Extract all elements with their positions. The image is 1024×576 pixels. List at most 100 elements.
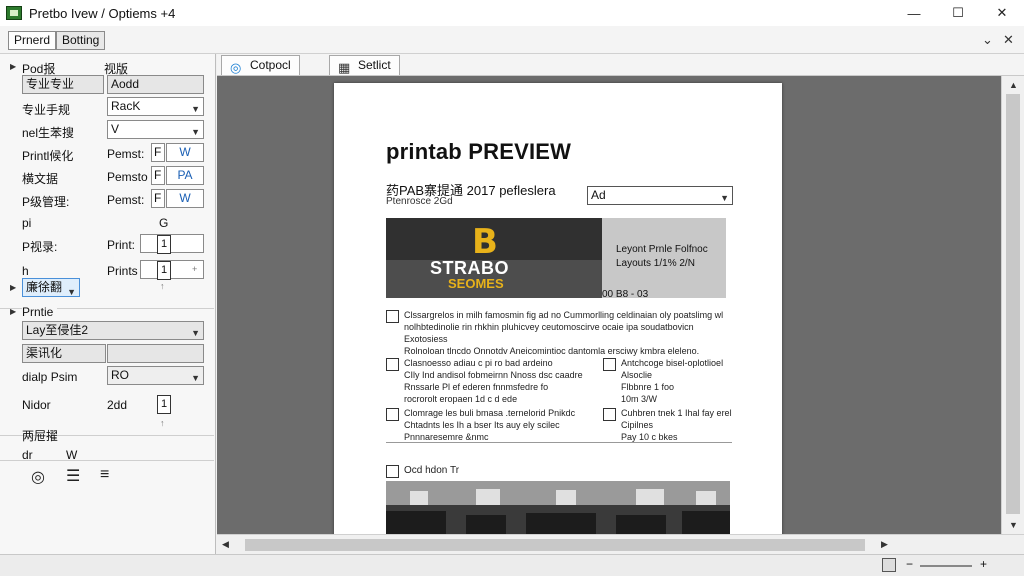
nidor-stepper[interactable]: 1: [157, 395, 171, 414]
print-count-field[interactable]: [140, 234, 204, 253]
list-item-text: Antchcoge bisel-oplotlioel Alsoclie Flbb…: [621, 358, 724, 404]
app-icon: [6, 6, 22, 20]
banner-side-text: Layouts 1/1% 2/N: [616, 258, 695, 269]
banner-side-text: Leyont Prnle Folfnoc: [616, 244, 708, 255]
vertical-scroll-thumb[interactable]: [1006, 94, 1020, 514]
title-bar: Pretbo Ivew / Optiems +4 — ☐ ✕: [0, 0, 1024, 26]
list-item-text: Clasnoesso adiau c pi ro bad ardeino CIl…: [404, 358, 583, 404]
document-select[interactable]: Ad ▼: [587, 186, 733, 205]
office-photo: [386, 481, 730, 534]
setting-label: dialp Psim: [22, 370, 78, 384]
grid-icon: ▦: [338, 60, 351, 75]
highlight-select[interactable]: 廉徐翻 ▼: [22, 278, 80, 297]
tab-setlict[interactable]: ▦ Setlict: [329, 55, 400, 75]
print-count-stepper[interactable]: 1: [157, 235, 171, 254]
expand-arrow-icon[interactable]: ▶: [10, 307, 16, 316]
vertical-scrollbar[interactable]: ▲ ▼: [1001, 76, 1024, 534]
setting-label: P视录:: [22, 240, 58, 254]
horizontal-scrollbar[interactable]: ◀ ▶: [217, 534, 1024, 554]
setting-field-b[interactable]: W: [166, 189, 204, 208]
document-title: printab PREVIEW: [386, 139, 572, 164]
setting-value-box[interactable]: [107, 344, 204, 363]
setting-field-a[interactable]: F: [151, 189, 165, 208]
tab-setting[interactable]: Botting: [56, 31, 106, 50]
list-icon[interactable]: ☰: [66, 466, 80, 486]
setting-value: 2dd: [107, 398, 128, 412]
dropdown-arrow-icon: ▼: [720, 193, 729, 203]
scroll-left-arrow-icon[interactable]: ◀: [222, 539, 229, 550]
refresh-icon[interactable]: G: [159, 216, 168, 230]
checkbox[interactable]: [386, 465, 399, 478]
scroll-right-arrow-icon[interactable]: ▶: [881, 539, 888, 550]
setting-select[interactable]: RO ▼: [107, 366, 204, 385]
banner-caption: 00 B8 - 03: [602, 289, 649, 300]
list-item-text: Clomrage les buli bmasa .ternelorid Pnik…: [404, 408, 576, 442]
setting-label: 两屉擢: [22, 429, 59, 443]
setting-mid-label: Pemst:: [107, 193, 145, 207]
window-title: Pretbo Ivew / Optiems +4: [29, 5, 176, 21]
target-icon[interactable]: ◎: [31, 467, 45, 487]
banner-logo: B: [472, 222, 498, 262]
scroll-up-arrow-icon[interactable]: ▲: [1009, 80, 1018, 90]
setting-mid-label: Pemst:: [107, 147, 145, 161]
dropdown-arrow-icon: ▼: [191, 328, 200, 338]
checkbox[interactable]: [386, 358, 399, 371]
setting-label: pi: [22, 216, 32, 230]
setting-label: Nidor: [22, 398, 51, 412]
circle-icon: ◎: [230, 60, 242, 75]
plus-icon[interactable]: +: [192, 264, 197, 274]
zoom-slider[interactable]: [920, 565, 972, 567]
checkbox[interactable]: [386, 310, 399, 323]
dropdown-arrow-icon: ▼: [191, 104, 200, 114]
tab-cotpocl[interactable]: ◎ Cotpocl: [221, 55, 300, 75]
checkbox[interactable]: [386, 408, 399, 421]
dropdown-arrow-icon: ▼: [191, 373, 200, 383]
chevron-down-icon[interactable]: ⌄: [982, 32, 993, 48]
layout-select[interactable]: Lay至侵佳2 ▼: [22, 321, 204, 340]
print-preview-area: printab PREVIEW 药PAB寨提通 2017 pefleslera …: [217, 76, 1001, 534]
checkbox[interactable]: [603, 358, 616, 371]
window-controls: — ☐ ✕: [892, 0, 1024, 26]
menu-icon[interactable]: ≡: [100, 466, 109, 484]
list-item-text: Clssargrelos in milh famosmin fig ad no …: [404, 310, 724, 356]
zoom-out-button[interactable]: −: [906, 557, 913, 571]
expand-arrow-icon[interactable]: ▶: [10, 62, 16, 71]
zoom-in-button[interactable]: +: [980, 557, 987, 571]
banner-image: B STRABO SEOMES: [386, 218, 602, 298]
setting-select[interactable]: V ▼: [107, 120, 204, 139]
expand-arrow-icon[interactable]: ▶: [10, 283, 16, 292]
setting-label: P级管理:: [22, 195, 70, 209]
setting-label-box: 专业专业: [22, 75, 104, 94]
setting-value-box[interactable]: Aodd: [107, 75, 204, 94]
dropdown-arrow-icon: ▼: [191, 127, 200, 137]
banner-subtitle: SEOMES: [448, 276, 504, 291]
up-arrow-icon: ↑: [160, 281, 165, 291]
pane-close-icon[interactable]: ✕: [1003, 32, 1014, 48]
setting-label: nel生苯搜: [22, 126, 75, 140]
horizontal-scroll-thumb[interactable]: [245, 539, 865, 551]
scroll-down-arrow-icon[interactable]: ▼: [1009, 520, 1018, 530]
setting-mid-label: Print:: [107, 238, 136, 252]
minimize-button[interactable]: —: [892, 0, 936, 26]
setting-label: 横文据: [22, 172, 59, 186]
maximize-button[interactable]: ☐: [936, 0, 980, 26]
close-button[interactable]: ✕: [980, 0, 1024, 26]
zoom-fit-icon[interactable]: [882, 558, 896, 572]
divider: [0, 460, 214, 461]
status-bar: − +: [0, 554, 1024, 576]
tab-print[interactable]: Prnerd: [8, 31, 57, 50]
checkbox[interactable]: [603, 408, 616, 421]
setting-field-a[interactable]: F: [151, 143, 165, 162]
setting-label: Printl候化: [22, 149, 74, 163]
setting-field-b[interactable]: W: [166, 143, 204, 162]
preview-page: printab PREVIEW 药PAB寨提通 2017 pefleslera …: [334, 83, 782, 534]
setting-field-a[interactable]: F: [151, 166, 165, 185]
dropdown-arrow-icon: ▼: [67, 287, 76, 297]
document-subtitle-2: Ptenrosce 2Gd: [386, 196, 453, 207]
setting-field-b[interactable]: PA: [166, 166, 204, 185]
list-item-text: Ocd hdon Tr: [404, 465, 460, 476]
setting-label: 专业手规: [22, 103, 71, 117]
setting-label-box: 渠讯化: [22, 344, 106, 363]
list-item-text: Cuhbren tnek 1 Ihal fay erel Cipilnes Pa…: [621, 408, 732, 442]
setting-select[interactable]: RacK ▼: [107, 97, 204, 116]
